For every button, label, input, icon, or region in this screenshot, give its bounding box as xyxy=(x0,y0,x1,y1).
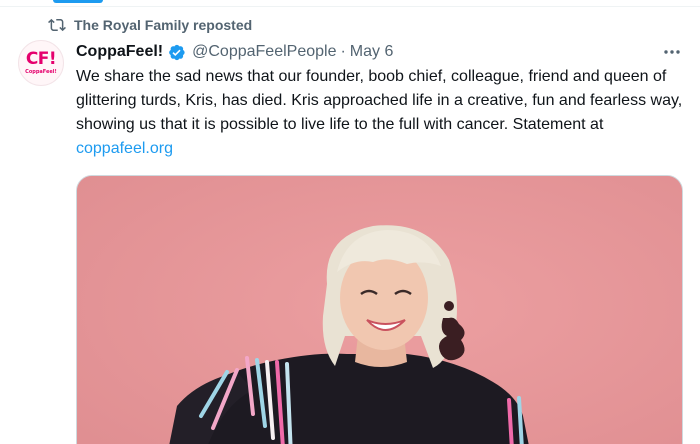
avatar-logo: CF! xyxy=(25,49,57,69)
avatar-logo-sub: CoppaFeel! xyxy=(25,69,57,75)
repost-context[interactable]: The Royal Family reposted xyxy=(48,16,252,34)
verified-badge-icon xyxy=(167,43,186,62)
top-divider xyxy=(0,0,700,7)
avatar[interactable]: CF! CoppaFeel! xyxy=(18,40,64,86)
divider-line xyxy=(0,6,700,7)
tweet-text: We share the sad news that our founder, … xyxy=(76,65,688,161)
author-name[interactable]: CoppaFeel! xyxy=(76,43,163,61)
tweet-header: CoppaFeel! @CoppaFeelPeople · May 6 xyxy=(76,41,393,63)
photo-illustration xyxy=(77,176,682,444)
more-options-icon[interactable] xyxy=(660,42,684,62)
repost-label: The Royal Family reposted xyxy=(74,17,253,33)
tweet-link[interactable]: coppafeel.org xyxy=(76,140,173,157)
tweet-photo[interactable] xyxy=(76,175,683,444)
tweet-body: We share the sad news that our founder, … xyxy=(76,68,683,133)
separator-dot: · xyxy=(340,43,346,60)
active-tab-indicator xyxy=(53,0,103,3)
repost-icon xyxy=(48,16,66,34)
tweet-date[interactable]: May 6 xyxy=(350,43,394,61)
author-handle[interactable]: @CoppaFeelPeople xyxy=(192,43,336,61)
